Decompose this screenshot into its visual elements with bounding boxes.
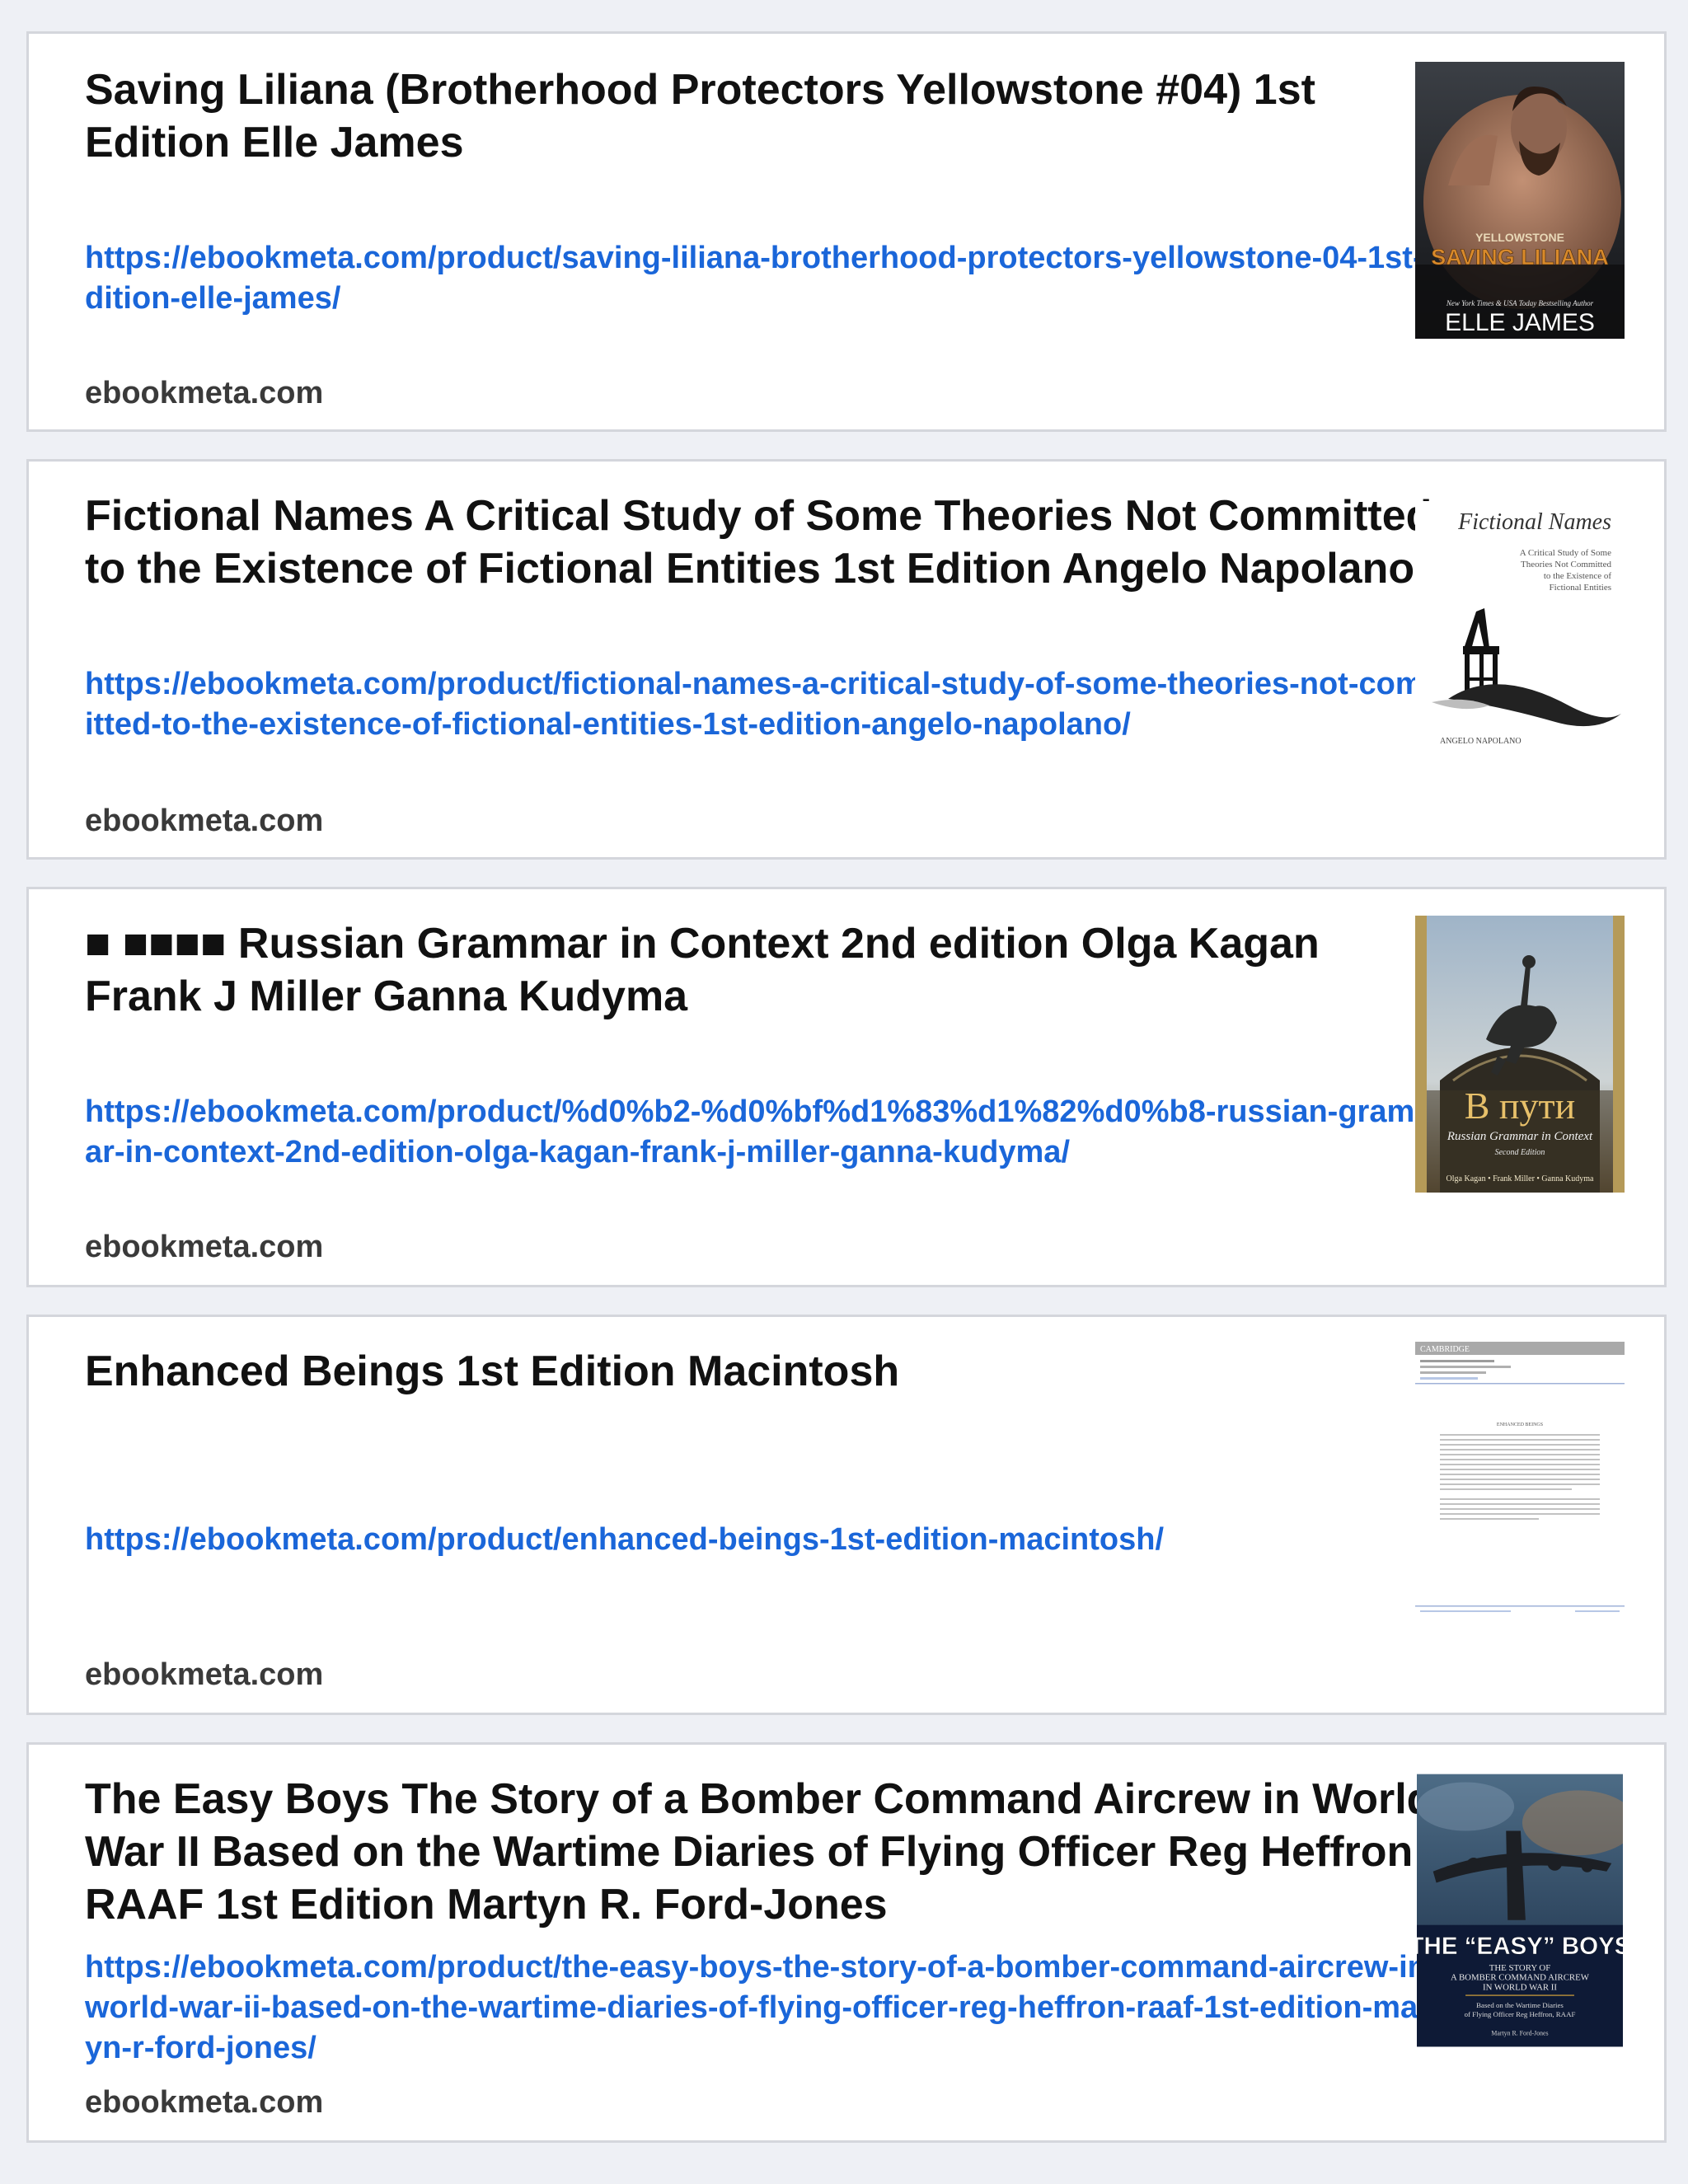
cover-heading-text: ENHANCED BEINGS: [1497, 1422, 1543, 1427]
cover-publisher-text: CAMBRIDGE: [1420, 1345, 1470, 1354]
svg-text:to the Existence of: to the Existence of: [1544, 571, 1612, 581]
result-card[interactable]: Saving Liliana (Brotherhood Protectors Y…: [26, 31, 1667, 432]
cover-series-text: YELLOWSTONE: [1475, 231, 1564, 244]
cover-author-text: ELLE JAMES: [1445, 309, 1595, 336]
result-url-link[interactable]: https://ebookmeta.com/product/%d0%b2-%d0…: [85, 1092, 1453, 1173]
cover-based-line1: Based on the Wartime Diaries: [1476, 2001, 1564, 2009]
cover-title-text: Fictional Names: [1457, 509, 1611, 535]
result-title[interactable]: Saving Liliana (Brotherhood Protectors Y…: [85, 63, 1437, 169]
svg-text:Theories Not Committed: Theories Not Committed: [1521, 560, 1611, 569]
result-card[interactable]: ■ ■■■■ Russian Grammar in Context 2nd ed…: [26, 887, 1667, 1287]
cover-subtitle-line3: IN WORLD WAR II: [1483, 1982, 1557, 1992]
result-card[interactable]: Fictional Names A Critical Study of Some…: [26, 459, 1667, 860]
book-cover-thumbnail[interactable]: CAMBRIDGE ENHANCED BEINGS: [1415, 1342, 1625, 1619]
result-url-link[interactable]: https://ebookmeta.com/product/the-easy-b…: [85, 1947, 1453, 2069]
cover-art: YELLOWSTONE SAVING LILIANA New York Time…: [1415, 62, 1625, 339]
result-site: ebookmeta.com: [85, 2085, 324, 2120]
cover-author-text: ANGELO NAPOLANO: [1440, 737, 1522, 746]
results-list: Saving Liliana (Brotherhood Protectors Y…: [0, 0, 1688, 2184]
result-card[interactable]: The Easy Boys The Story of a Bomber Comm…: [26, 1742, 1667, 2143]
result-site: ebookmeta.com: [85, 804, 324, 838]
cover-based-line2: of Flying Officer Reg Heffron, RAAF: [1465, 2010, 1576, 2018]
book-cover-thumbnail[interactable]: THE “EASY” BOYS THE STORY OF A BOMBER CO…: [1417, 1773, 1623, 2048]
cover-subtitle-line1: THE STORY OF: [1489, 1963, 1551, 1973]
cover-tagline-text: New York Times & USA Today Bestselling A…: [1446, 299, 1594, 307]
result-title[interactable]: ■ ■■■■ Russian Grammar in Context 2nd ed…: [85, 917, 1437, 1023]
book-cover-thumbnail[interactable]: В пути Russian Grammar in Context Second…: [1415, 916, 1625, 1193]
cover-art: THE “EASY” BOYS THE STORY OF A BOMBER CO…: [1417, 1774, 1623, 2047]
book-cover-thumbnail[interactable]: Fictional Names A Critical Study of Some…: [1415, 501, 1625, 778]
cover-author-text: Martyn R. Ford-Jones: [1491, 2030, 1548, 2037]
svg-text:Fictional Entities: Fictional Entities: [1550, 583, 1611, 593]
result-url-link[interactable]: https://ebookmeta.com/product/fictional-…: [85, 664, 1453, 745]
cover-subtitle-line2: A BOMBER COMMAND AIRCREW: [1451, 1973, 1590, 1983]
cover-art: CAMBRIDGE ENHANCED BEINGS: [1415, 1342, 1625, 1619]
result-site: ebookmeta.com: [85, 1657, 324, 1692]
result-site: ebookmeta.com: [85, 1230, 324, 1264]
result-url-link[interactable]: https://ebookmeta.com/product/enhanced-b…: [85, 1520, 1453, 1560]
cover-title-text: THE “EASY” BOYS: [1417, 1933, 1623, 1960]
result-title[interactable]: Fictional Names A Critical Study of Some…: [85, 490, 1437, 595]
cover-authors-text: Olga Kagan • Frank Miller • Ganna Kudyma: [1447, 1174, 1594, 1183]
cover-subtitle-text: Russian Grammar in Context: [1447, 1130, 1593, 1143]
result-card[interactable]: Enhanced Beings 1st Edition Macintosh ht…: [26, 1315, 1667, 1715]
cover-title-text: В пути: [1465, 1085, 1576, 1127]
cover-edition-text: Second Edition: [1495, 1148, 1545, 1157]
result-url-link[interactable]: https://ebookmeta.com/product/saving-lil…: [85, 238, 1453, 319]
book-cover-thumbnail[interactable]: YELLOWSTONE SAVING LILIANA New York Time…: [1415, 62, 1625, 339]
svg-text:A Critical Study of Some: A Critical Study of Some: [1520, 548, 1611, 558]
cover-art: Fictional Names A Critical Study of Some…: [1415, 501, 1625, 778]
cover-art: В пути Russian Grammar in Context Second…: [1415, 916, 1625, 1193]
result-site: ebookmeta.com: [85, 376, 324, 410]
result-title[interactable]: The Easy Boys The Story of a Bomber Comm…: [85, 1773, 1437, 1931]
result-title[interactable]: Enhanced Beings 1st Edition Macintosh: [85, 1345, 1437, 1398]
cover-title-text: SAVING LILIANA: [1431, 245, 1609, 269]
